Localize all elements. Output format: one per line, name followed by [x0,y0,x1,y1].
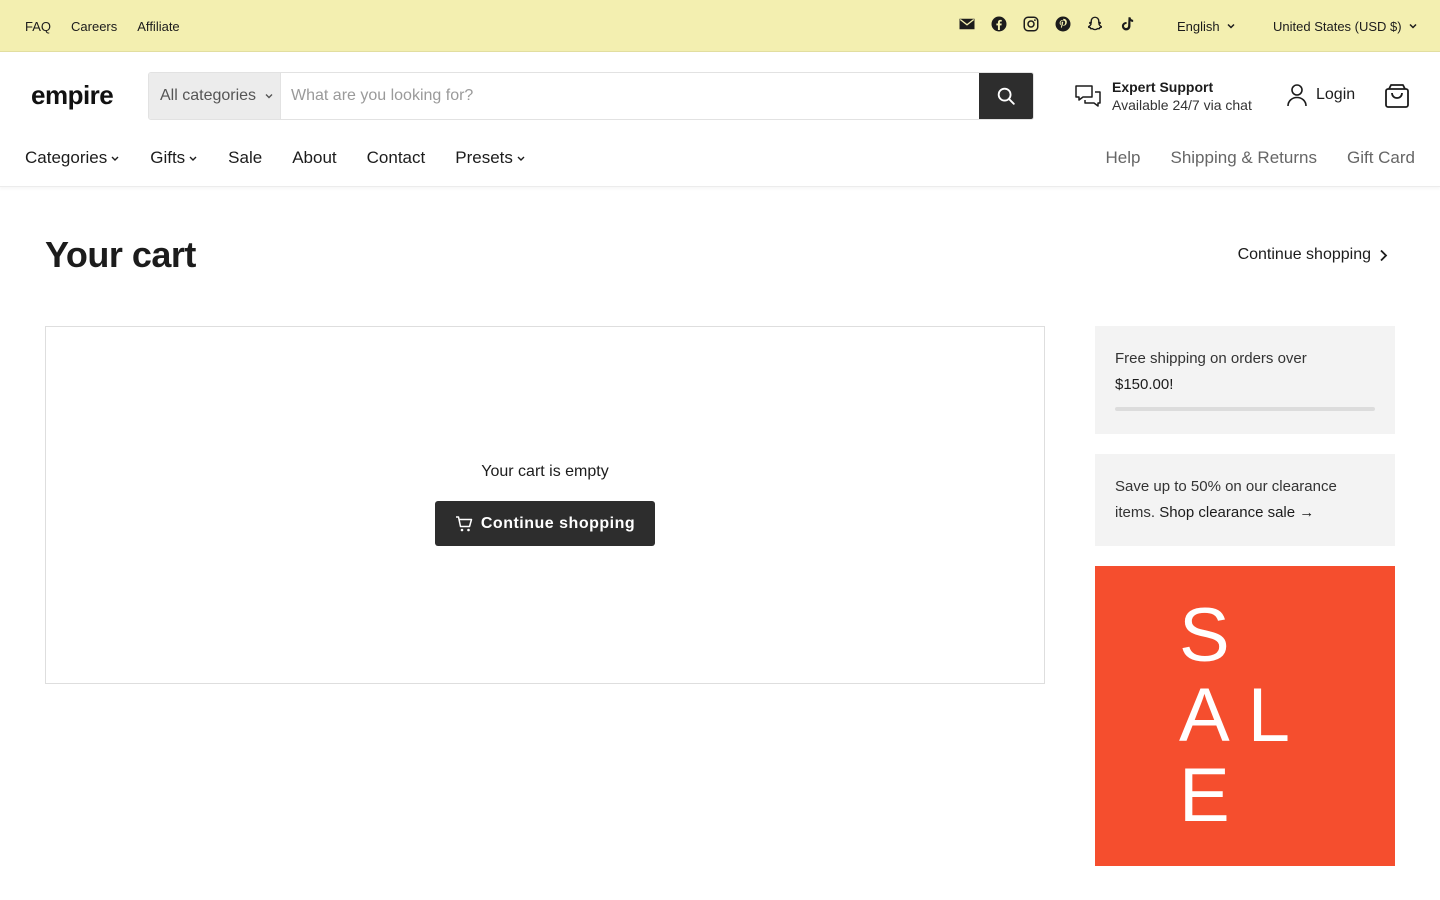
shopping-cart-icon [455,515,473,531]
category-select-label: All categories [160,87,257,104]
nav-sale[interactable]: Sale [228,148,262,168]
nav-presets[interactable]: Presets [455,148,526,168]
chevron-down-icon [188,153,198,163]
continue-shopping-button[interactable]: Continue shopping [435,501,655,546]
free-shipping-amount: $150.00! [1115,376,1174,393]
search-button[interactable] [979,73,1033,119]
shipping-progress-bar [1115,407,1375,411]
email-icon[interactable] [958,15,976,33]
faq-link[interactable]: FAQ [25,19,51,34]
chevron-down-icon [1226,21,1236,31]
utility-links: FAQ Careers Affiliate [25,0,180,52]
cart-icon[interactable] [1384,83,1410,109]
search-bar: All categories [148,72,1034,120]
nav-categories-label: Categories [25,148,108,167]
search-input[interactable] [281,73,979,119]
nav-about[interactable]: About [292,148,336,168]
chevron-down-icon [110,153,120,163]
nav-shipping-returns[interactable]: Shipping & Returns [1170,148,1316,168]
social-links [958,15,1136,33]
chevron-down-icon [516,153,526,163]
chat-icon [1073,81,1103,111]
free-shipping-text: Free shipping on orders over $150.00! [1115,346,1375,398]
page-title: Your cart [45,234,196,275]
chevron-down-icon [1408,21,1418,31]
chevron-down-icon [264,91,274,101]
site-logo[interactable]: empire [31,80,114,111]
facebook-icon[interactable] [990,15,1008,33]
continue-shopping-link[interactable]: Continue shopping [1238,246,1388,264]
user-icon [1287,84,1307,107]
snapchat-icon[interactable] [1086,15,1104,33]
nav-help[interactable]: Help [1106,148,1141,168]
sale-banner-text: SALE [1179,593,1308,838]
free-shipping-panel: Free shipping on orders over $150.00! [1095,326,1395,434]
support-title: Expert Support [1112,79,1214,95]
support-subtitle: Available 24/7 via chat [1112,97,1252,113]
nav-categories[interactable]: Categories [25,148,120,168]
shop-clearance-link[interactable]: Shop clearance sale → [1159,504,1314,521]
clearance-panel: Save up to 50% on our clearance items. S… [1095,454,1395,546]
top-utility-bar: FAQ Careers Affiliate English United Sta… [0,0,1440,52]
country-label: United States (USD $) [1273,18,1402,34]
chevron-right-icon [1380,249,1388,261]
careers-link[interactable]: Careers [71,19,117,34]
nav-gifts[interactable]: Gifts [150,148,198,168]
empty-cart-message: Your cart is empty [481,463,609,480]
login-link[interactable]: Login [1286,83,1355,107]
category-select[interactable]: All categories [149,73,281,119]
continue-shopping-link-label: Continue shopping [1237,246,1371,263]
search-icon [997,87,1015,105]
nav-sale-label: Sale [228,148,263,167]
country-selector[interactable]: United States (USD $) [1273,0,1418,52]
tiktok-icon[interactable] [1118,15,1136,33]
main-nav: Categories Gifts Sale About Contact Pres… [25,148,526,168]
free-shipping-label: Free shipping on orders over [1115,350,1307,367]
cart-panel: Your cart is empty Continue shopping [45,326,1045,684]
instagram-icon[interactable] [1022,15,1040,33]
expert-support[interactable]: Expert Support Available 24/7 via chat [1073,78,1252,114]
language-selector[interactable]: English [1177,0,1236,52]
site-header: empire All categories Expert Support Ava… [0,53,1440,187]
pinterest-icon[interactable] [1054,15,1072,33]
login-label: Login [1316,86,1356,103]
continue-shopping-button-label: Continue shopping [480,514,636,532]
language-label: English [1177,18,1220,34]
secondary-nav: Help Shipping & Returns Gift Card [1106,148,1415,168]
affiliate-link[interactable]: Affiliate [137,19,179,34]
nav-gift-card[interactable]: Gift Card [1347,148,1415,168]
nav-contact-label: Contact [366,148,426,167]
nav-presets-label: Presets [455,148,513,167]
nav-about-label: About [292,148,337,167]
sale-banner[interactable]: SALE [1095,566,1395,866]
nav-contact[interactable]: Contact [367,148,426,168]
nav-gifts-label: Gifts [150,148,186,167]
